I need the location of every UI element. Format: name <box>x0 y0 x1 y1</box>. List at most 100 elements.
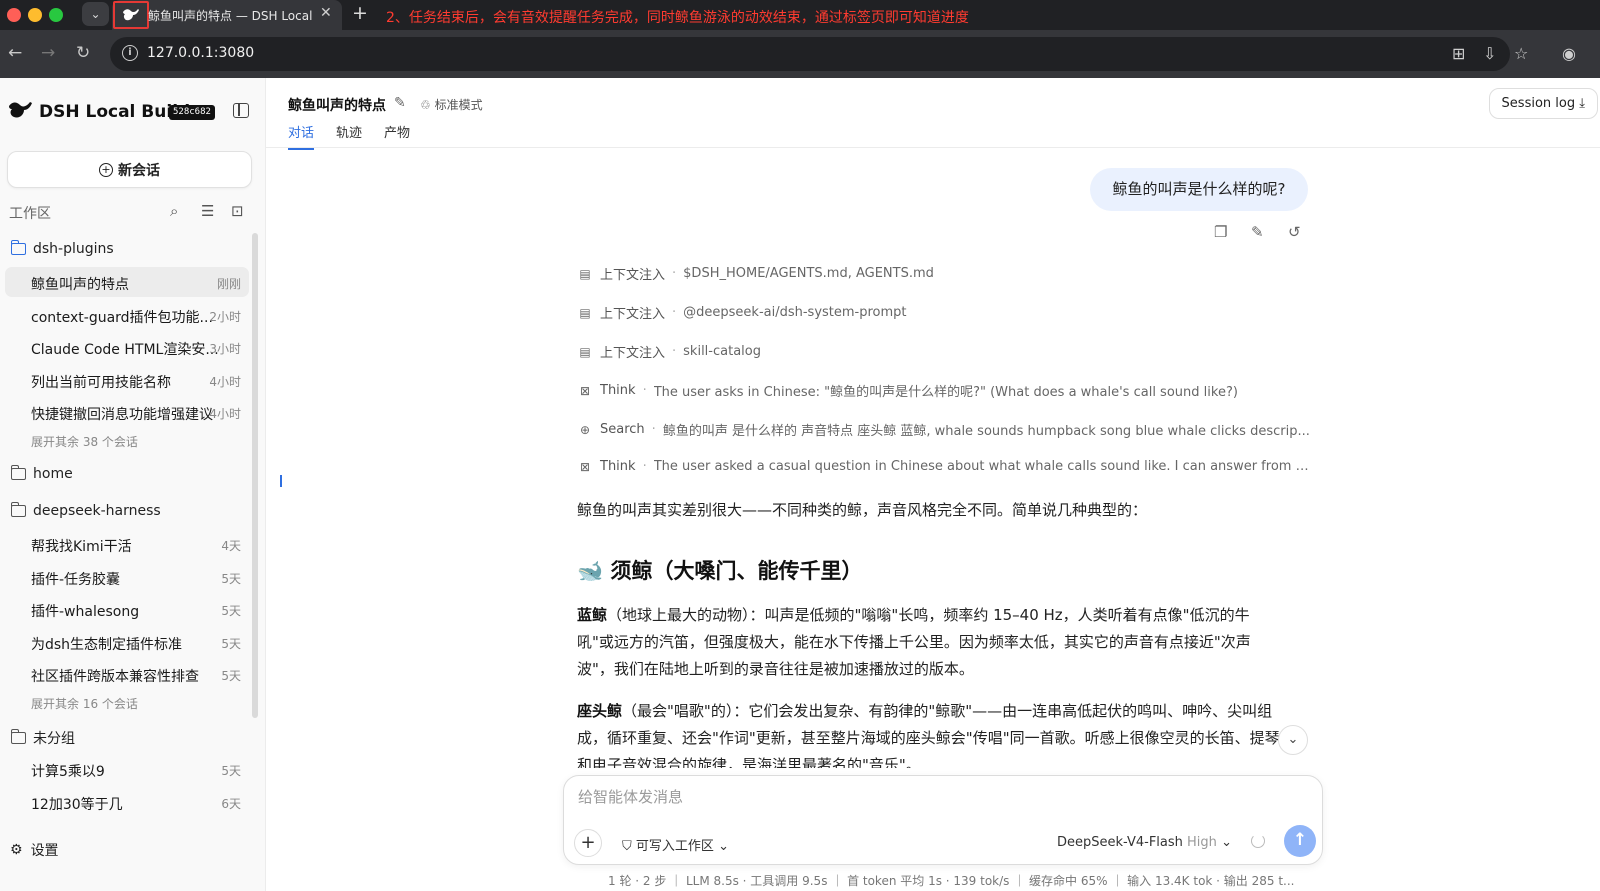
session-item[interactable]: 插件-任务胶囊 5天 <box>5 562 249 592</box>
sidebar: DSH Local Build 528c682 + 新会话 工作区 ⌕ ☰ ⊡ … <box>0 78 266 891</box>
step-label: 上下文注入 <box>600 307 666 322</box>
session-item[interactable]: 鲸鱼叫声的特点 刚刚 <box>5 267 249 297</box>
folder-icon <box>10 240 26 255</box>
edit-title-icon[interactable]: ✎ <box>394 95 406 111</box>
model-level: High <box>1187 835 1217 850</box>
session-time: 2小时 <box>209 310 241 324</box>
annotation-text: 2、任务结束后，会有音效提醒任务完成，同时鲸鱼游泳的动效结束，通过标签页即可知道… <box>386 10 969 26</box>
session-item[interactable]: 快捷键撤回消息功能增强建议 4小时 <box>5 397 249 427</box>
new-folder-icon[interactable]: ⊡ <box>231 202 244 220</box>
session-title: Claude Code HTML渲染安... <box>31 342 219 358</box>
attach-button[interactable]: + <box>574 829 602 857</box>
model-name: DeepSeek-V4-Flash <box>1057 835 1183 850</box>
download-icon: ⤓ <box>1579 96 1585 111</box>
plus-circle-icon: + <box>99 162 113 177</box>
new-chat-button[interactable]: + 新会话 <box>7 151 252 188</box>
step-search[interactable]: ⊕ Search · 鲸鱼的叫声 是什么样的 声音特点 座头鲸 蓝鲸, whal… <box>577 420 1310 439</box>
tab-close-icon[interactable]: ✕ <box>320 5 332 21</box>
step-detail: 鲸鱼的叫声 是什么样的 声音特点 座头鲸 蓝鲸, whale sounds hu… <box>662 424 1310 439</box>
address-bar[interactable]: i 127.0.0.1:3080 <box>110 37 1510 71</box>
folder-icon <box>10 502 26 517</box>
reload-icon[interactable]: ↻ <box>76 43 90 63</box>
mode-badge[interactable]: ♲ 标准模式 <box>420 96 483 113</box>
session-item[interactable]: 为dsh生态制定插件标准 5天 <box>5 627 249 657</box>
group-dsh-plugins[interactable]: dsh-plugins <box>10 240 114 257</box>
session-time: 4小时 <box>209 375 241 389</box>
step-think[interactable]: ⊠ Think · The user asks in Chinese: "鲸鱼的… <box>577 381 1238 400</box>
step-label: 上下文注入 <box>600 268 666 283</box>
session-item[interactable]: 插件-whalesong 5天 <box>5 594 249 624</box>
step-detail: $DSH_HOME/AGENTS.md, AGENTS.md <box>683 266 934 281</box>
profile-icon[interactable]: ◉ <box>1562 44 1576 63</box>
group-name: deepseek-harness <box>33 503 161 519</box>
step-think[interactable]: ⊠ Think · The user asked a casual questi… <box>577 459 1314 474</box>
bookmark-star-icon[interactable]: ☆ <box>1514 44 1528 63</box>
session-title: 帮我找Kimi干活 <box>31 539 132 555</box>
group-deepseek-harness[interactable]: deepseek-harness <box>10 502 161 519</box>
browser-tab[interactable]: 鲸鱼叫声的特点 — DSH Local Build ✕ <box>112 0 342 30</box>
session-item[interactable]: 列出当前可用技能名称 4小时 <box>5 365 249 395</box>
think-icon: ⊠ <box>579 383 591 398</box>
session-time: 5天 <box>221 604 241 618</box>
session-item[interactable]: 12加30等于几 6天 <box>5 787 249 817</box>
url-text: 127.0.0.1:3080 <box>147 45 255 61</box>
settings-button[interactable]: ⚙ 设置 <box>10 840 59 860</box>
session-title: 12加30等于几 <box>31 797 123 813</box>
new-tab-button[interactable]: + <box>352 2 368 24</box>
edit-message-icon[interactable]: ✎ <box>1251 223 1264 241</box>
session-time: 5天 <box>221 669 241 683</box>
answer-heading: 🐋 须鲸（大嗓门、能传千里） <box>577 559 863 583</box>
retry-icon[interactable]: ↺ <box>1288 223 1301 241</box>
sidebar-scrollbar[interactable] <box>252 233 258 718</box>
session-item[interactable]: 社区插件跨版本兼容性排查 5天 <box>5 659 249 689</box>
session-log-label: Session log <box>1501 96 1576 111</box>
step-context[interactable]: ▤ 上下文注入 · skill-catalog <box>577 342 761 361</box>
permission-label: 可写入工作区 <box>635 839 714 854</box>
tab-chat[interactable]: 对话 <box>288 122 315 150</box>
minimize-window-button[interactable] <box>28 8 42 22</box>
settings-label: 设置 <box>30 843 59 859</box>
tab-search-button[interactable]: ⌄ <box>82 2 109 26</box>
expand-sessions-link[interactable]: 展开其余 38 个会话 <box>31 433 138 450</box>
scroll-to-bottom-button[interactable]: ⌄ <box>1278 725 1308 755</box>
group-name: dsh-plugins <box>33 241 114 257</box>
step-label: Search <box>600 422 645 437</box>
session-item[interactable]: 计算5乘以9 5天 <box>5 754 249 784</box>
copy-icon[interactable]: ❐ <box>1214 223 1227 241</box>
paragraph-text: （最会"唱歌"的）：它们会发出复杂、有韵律的"鲸歌"——由一连串高低起伏的鸣叫、… <box>577 702 1280 768</box>
whale-icon <box>113 1 149 29</box>
install-app-icon[interactable]: ⇩ <box>1483 44 1496 63</box>
forward-icon[interactable]: → <box>41 43 55 63</box>
model-selector[interactable]: DeepSeek-V4-Flash High ⌄ <box>1057 835 1232 850</box>
permission-dropdown[interactable]: ⛉ 可写入工作区 ⌄ <box>622 835 729 854</box>
maximize-window-button[interactable] <box>49 8 63 22</box>
gear-icon: ⚙ <box>10 842 23 858</box>
expand-sessions-link[interactable]: 展开其余 16 个会话 <box>31 695 138 712</box>
tab-artifacts[interactable]: 产物 <box>384 122 410 150</box>
chevron-down-icon: ⌄ <box>718 839 729 854</box>
document-icon: ▤ <box>579 344 591 359</box>
session-log-button[interactable]: Session log ⤓ <box>1488 88 1598 119</box>
text-caret <box>280 475 282 487</box>
session-item[interactable]: context-guard插件包功能... 2小时 <box>5 300 249 330</box>
session-title: 为dsh生态制定插件标准 <box>31 637 183 653</box>
group-ungrouped[interactable]: 未分组 <box>10 728 75 748</box>
session-title: 插件-任务胶囊 <box>31 572 121 588</box>
sidebar-toggle-icon[interactable] <box>233 103 249 118</box>
step-label: Think <box>600 383 636 398</box>
send-button[interactable]: ↑ <box>1284 825 1316 857</box>
message-input[interactable] <box>578 788 1278 806</box>
filter-icon[interactable]: ☰ <box>201 202 214 220</box>
site-info-icon[interactable]: i <box>122 45 138 61</box>
step-context[interactable]: ▤ 上下文注入 · $DSH_HOME/AGENTS.md, AGENTS.md <box>577 264 934 283</box>
status-spinner-icon <box>1251 834 1265 848</box>
step-context[interactable]: ▤ 上下文注入 · @deepseek-ai/dsh-system-prompt <box>577 303 906 322</box>
session-item[interactable]: Claude Code HTML渲染安... 3小时 <box>5 332 249 362</box>
search-icon[interactable]: ⌕ <box>170 202 178 220</box>
back-icon[interactable]: ← <box>8 43 22 63</box>
translate-icon[interactable]: ⊞ <box>1452 44 1465 63</box>
tab-trace[interactable]: 轨迹 <box>336 122 362 150</box>
session-item[interactable]: 帮我找Kimi干活 4天 <box>5 529 249 559</box>
group-home[interactable]: home <box>10 465 73 482</box>
close-window-button[interactable] <box>7 8 21 22</box>
